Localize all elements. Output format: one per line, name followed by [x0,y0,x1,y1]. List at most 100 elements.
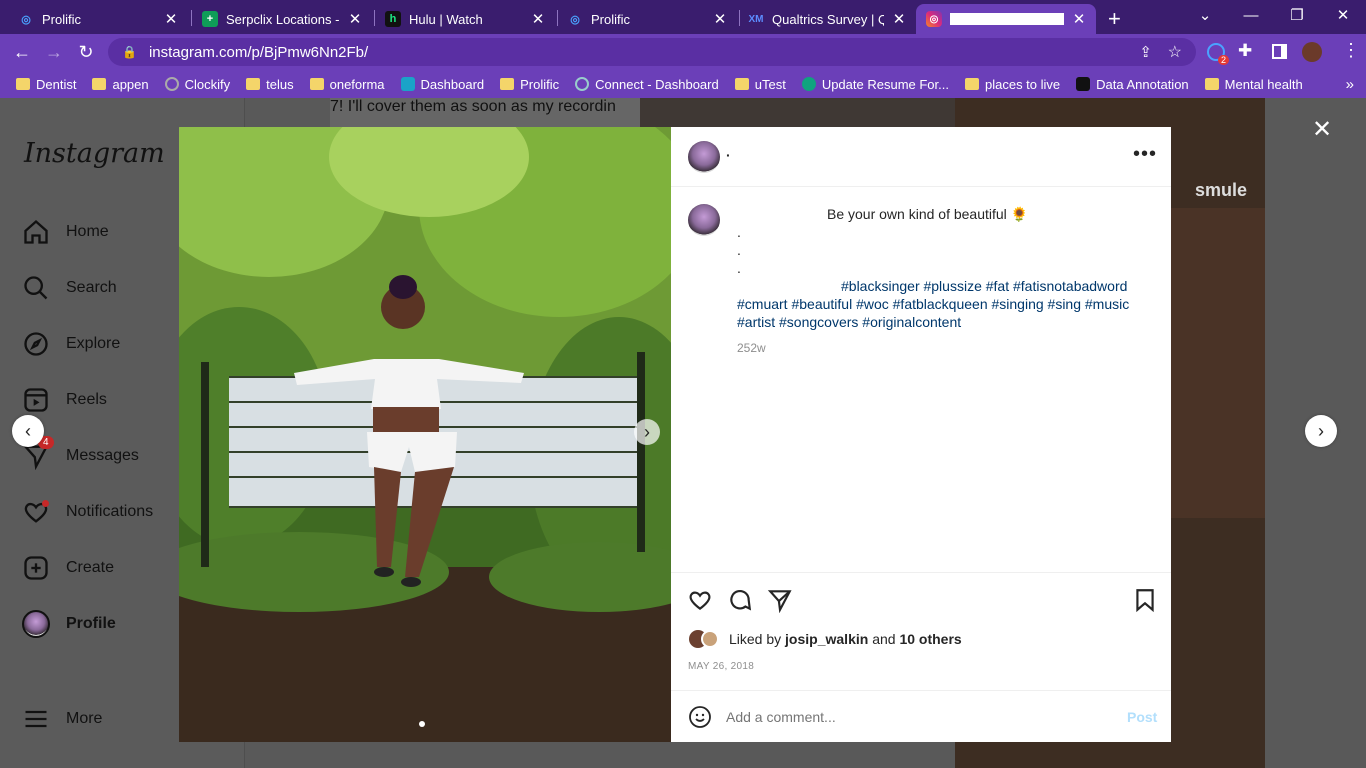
minimize-button[interactable]: — [1228,0,1274,30]
puzzle-icon[interactable]: ✚ [1238,41,1252,61]
nav-create[interactable]: Create [22,554,114,582]
bookmark-dashboard[interactable]: Dashboard [393,72,493,96]
bookmark-label: appen [112,76,149,92]
post-details-panel: · ••• Be your own kind of beautiful 🌻 . … [671,127,1171,742]
instagram-logo[interactable]: Instagram [24,138,165,169]
liked-by-others[interactable]: 10 others [899,631,961,647]
post-header: · ••• [671,127,1171,187]
tab-instagram-active[interactable]: ◎ ✕ [916,4,1096,34]
side-panel-icon[interactable] [1272,44,1287,59]
lock-icon: 🔒 [122,45,137,59]
new-tab-button[interactable]: + [1102,4,1136,34]
bookmark-prolific[interactable]: Prolific [492,72,567,96]
bookmark-resume[interactable]: Update Resume For... [794,72,957,96]
nav-notifications[interactable]: Notifications [22,498,153,526]
liked-by-user[interactable]: josip_walkin [785,631,868,647]
author-username[interactable]: · [726,147,731,163]
forward-button[interactable]: → [42,41,66,63]
liked-by-and: and [872,631,896,647]
comment-input[interactable] [726,707,1106,727]
bookmark-dentist[interactable]: Dentist [8,72,84,96]
bookmark-label: telus [266,76,294,92]
address-bar[interactable]: 🔒 instagram.com/p/BjPmw6Nn2Fb/ ⇪ ☆ [108,38,1196,66]
search-icon [24,276,48,300]
bookmarks-bar: Dentist appen Clockify telus oneforma Da… [0,70,1366,98]
nav-profile[interactable]: Profile [22,610,116,638]
nav-label: Create [66,559,115,576]
emoji-icon[interactable] [688,705,712,729]
bookmark-utest[interactable]: uTest [727,72,794,96]
comment-icon[interactable] [727,587,753,613]
bookmark-appen[interactable]: appen [84,72,156,96]
save-bookmark-icon[interactable] [1132,587,1158,613]
tab-strip: ◎ Prolific ✕ + Serpclix Locations - Go ✕… [0,0,1366,34]
nav-messages[interactable]: Messages 4 [22,436,139,470]
close-tab-icon[interactable]: ✕ [348,10,362,28]
post-date[interactable]: MAY 26, 2018 [688,661,754,672]
caption-text: Be your own kind of beautiful 🌻 [827,206,1029,222]
restore-button[interactable]: ❐ [1274,0,1320,30]
bookmark-label: Prolific [520,76,560,92]
caption-avatar[interactable] [688,204,720,236]
nav-label: More [66,710,103,727]
tab-hulu[interactable]: h Hulu | Watch ✕ [375,4,555,34]
nav-search[interactable]: Search [22,274,117,302]
more-options-icon[interactable]: ••• [1133,143,1157,166]
post-age[interactable]: 252w [737,339,1147,357]
bookmark-star-icon[interactable]: ☆ [1168,42,1182,62]
share-send-icon[interactable] [767,587,793,613]
close-tab-icon[interactable]: ✕ [1072,10,1086,28]
photo-next-button[interactable]: › [634,419,660,445]
tab-title-redacted [950,13,1064,25]
nav-more[interactable]: More [22,705,102,733]
bookmark-places[interactable]: places to live [957,72,1068,96]
notification-dot [42,500,49,507]
share-icon[interactable]: ⇪ [1139,43,1152,61]
nav-label: Notifications [66,503,154,520]
tab-search-icon[interactable]: ⌄ [1182,0,1228,30]
avatar [22,610,50,638]
back-button[interactable]: ← [10,41,34,63]
bookmark-oneforma[interactable]: oneforma [302,72,393,96]
bookmark-label: oneforma [329,76,385,92]
previous-post-button[interactable]: ‹ [12,415,44,447]
tab-serpclix[interactable]: + Serpclix Locations - Go ✕ [192,4,372,34]
bookmark-label: Dentist [36,76,77,92]
reload-button[interactable]: ↻ [74,41,98,63]
chevron-right-icon: › [644,421,650,442]
close-tab-icon[interactable]: ✕ [164,10,178,28]
bookmark-label: places to live [984,76,1061,92]
bookmark-mental-health[interactable]: Mental health [1197,72,1311,96]
bookmark-telus[interactable]: telus [238,72,301,96]
caption-hashtags[interactable]: #blacksinger #plussize #fat #fatisnotaba… [737,277,1147,331]
nav-explore[interactable]: Explore [22,330,120,358]
liker-avatar [701,630,719,648]
dashboard-icon [400,77,415,91]
tab-prolific-2[interactable]: ◎ Prolific ✕ [557,4,737,34]
like-heart-icon[interactable] [687,587,713,613]
next-post-button[interactable]: › [1305,415,1337,447]
profile-avatar[interactable] [1302,42,1322,62]
nav-home[interactable]: Home [22,218,109,246]
close-window-button[interactable]: ✕ [1320,0,1366,30]
browser-toolbar: ← → ↻ 🔒 instagram.com/p/BjPmw6Nn2Fb/ ⇪ ☆… [0,34,1366,70]
close-tab-icon[interactable]: ✕ [713,10,727,28]
close-tab-icon[interactable]: ✕ [892,10,906,28]
nav-reels[interactable]: Reels [22,386,107,414]
bookmark-clockify[interactable]: Clockify [157,72,239,96]
sheets-icon: + [202,11,218,27]
folder-icon [500,78,515,90]
bookmark-data-annotation[interactable]: Data Annotation [1068,72,1197,96]
bookmarks-overflow-icon[interactable]: » [1338,72,1362,96]
post-comment-button[interactable]: Post [1127,709,1157,725]
tab-prolific-1[interactable]: ◎ Prolific ✕ [8,4,188,34]
chrome-menu-icon[interactable]: ⋮ [1342,40,1360,61]
close-icon[interactable]: ✕ [1312,118,1332,142]
bookmark-connect[interactable]: Connect - Dashboard [567,72,727,96]
author-avatar[interactable] [688,141,720,173]
tab-qualtrics[interactable]: XM Qualtrics Survey | Qua ✕ [738,4,916,34]
reels-icon [24,388,48,412]
clockify-icon [164,77,179,91]
close-tab-icon[interactable]: ✕ [531,10,545,28]
plus-square-icon [24,556,48,580]
